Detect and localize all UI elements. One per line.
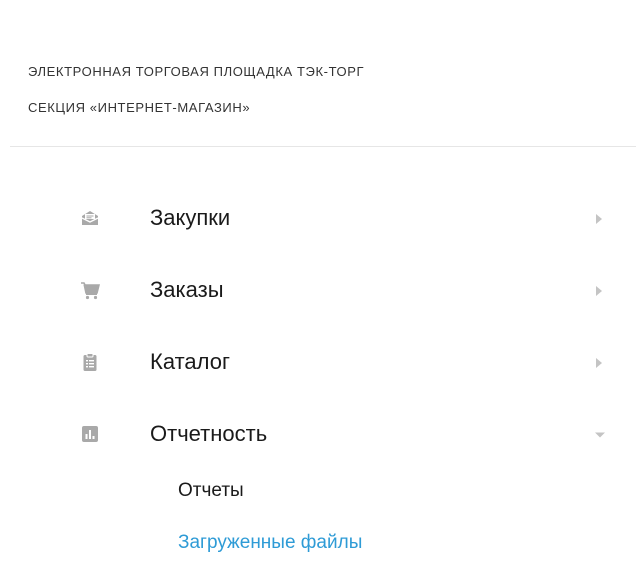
menu-item-orders[interactable]: Заказы [0,254,636,326]
menu-item-label: Отчетность [150,421,268,446]
menu-item-purchases[interactable]: Закупки [0,182,636,254]
sidebar-menu: Закупки Заказы Каталог Отчетность [0,182,636,470]
clipboard-icon [80,352,100,372]
header-divider [10,146,636,147]
menu-item-label: Каталог [150,349,230,374]
cart-icon [80,280,100,300]
chevron-right-icon [594,357,604,369]
chevron-right-icon [594,213,604,225]
submenu-item-label: Отчеты [178,480,244,501]
submenu-item-uploaded-files[interactable]: Загруженные файлы [0,522,636,574]
site-header: ЭЛЕКТРОННАЯ ТОРГОВАЯ ПЛОЩАДКА ТЭК-ТОРГ С… [28,54,618,126]
menu-item-catalog[interactable]: Каталог [0,326,636,398]
chevron-down-icon [594,429,605,441]
section-title: СЕКЦИЯ «ИНТЕРНЕТ-МАГАЗИН» [28,100,251,115]
menu-item-label: Закупки [150,205,231,230]
submenu-item-reports[interactable]: Отчеты [0,470,636,522]
envelope-icon [80,208,100,228]
submenu-item-label: Загруженные файлы [178,532,363,553]
bar-chart-icon [80,424,100,444]
chevron-right-icon [594,285,604,297]
platform-title: ЭЛЕКТРОННАЯ ТОРГОВАЯ ПЛОЩАДКА ТЭК-ТОРГ [28,64,365,79]
menu-item-label: Заказы [150,277,224,302]
menu-item-reporting[interactable]: Отчетность [0,398,636,470]
reporting-submenu: Отчеты Загруженные файлы [0,470,636,574]
